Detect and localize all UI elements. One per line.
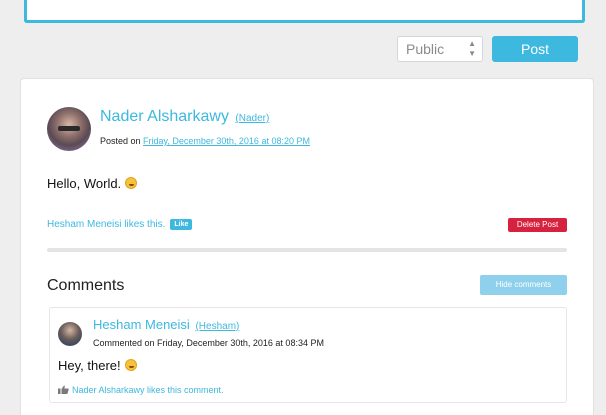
comment-body-text: Hey, there! [58,358,121,373]
hide-comments-button[interactable]: Hide comments [480,275,567,295]
commenter-avatar[interactable] [58,322,82,346]
select-arrows-icon: ▲ ▼ [468,39,476,58]
tongue-emoji-icon [124,359,137,371]
visibility-select[interactable]: Public ▲ ▼ [397,36,483,62]
post-card: Nader Alsharkawy (Nader) Posted on Frida… [20,78,594,415]
post-author: Nader Alsharkawy (Nader) [100,108,269,126]
post-date-link[interactable]: Friday, December 30th, 2016 at 08:20 PM [143,136,310,146]
comment-author-handle[interactable]: (Hesham) [195,321,239,332]
post-timestamp: Posted on Friday, December 30th, 2016 at… [100,136,310,146]
delete-post-button[interactable]: Delete Post [508,218,567,232]
smiley-emoji-icon [125,177,138,189]
comment-author-name[interactable]: Hesham Meneisi [93,317,190,332]
post-author-handle[interactable]: (Nader) [235,113,269,124]
post-likes-text[interactable]: Hesham Meneisi likes this. [47,219,165,230]
visibility-select-value: Public [406,41,445,57]
comment-likes-text[interactable]: Nader Alsharkawy likes this comment. [72,385,224,395]
post-body-text: Hello, World. [47,176,122,191]
comment-body: Hey, there! [58,358,137,373]
like-button[interactable]: Like [170,219,193,230]
author-avatar[interactable] [47,107,91,151]
post-author-name[interactable]: Nader Alsharkawy [100,108,229,125]
comment-item: Hesham Meneisi (Hesham) Commented on Fri… [49,307,567,403]
comments-heading: Comments [47,277,125,294]
thumbs-up-icon[interactable] [58,385,69,394]
comment-author: Hesham Meneisi (Hesham) [93,317,239,332]
post-body: Hello, World. [47,176,138,191]
posted-prefix: Posted on [100,136,141,146]
post-button[interactable]: Post [492,36,578,62]
post-composer-textarea[interactable] [24,0,585,23]
post-likes: Hesham Meneisi likes this. Like [47,219,193,230]
comment-likes: Nader Alsharkawy likes this comment. [58,385,224,395]
comment-timestamp: Commented on Friday, December 30th, 2016… [93,338,324,348]
divider [47,248,567,252]
